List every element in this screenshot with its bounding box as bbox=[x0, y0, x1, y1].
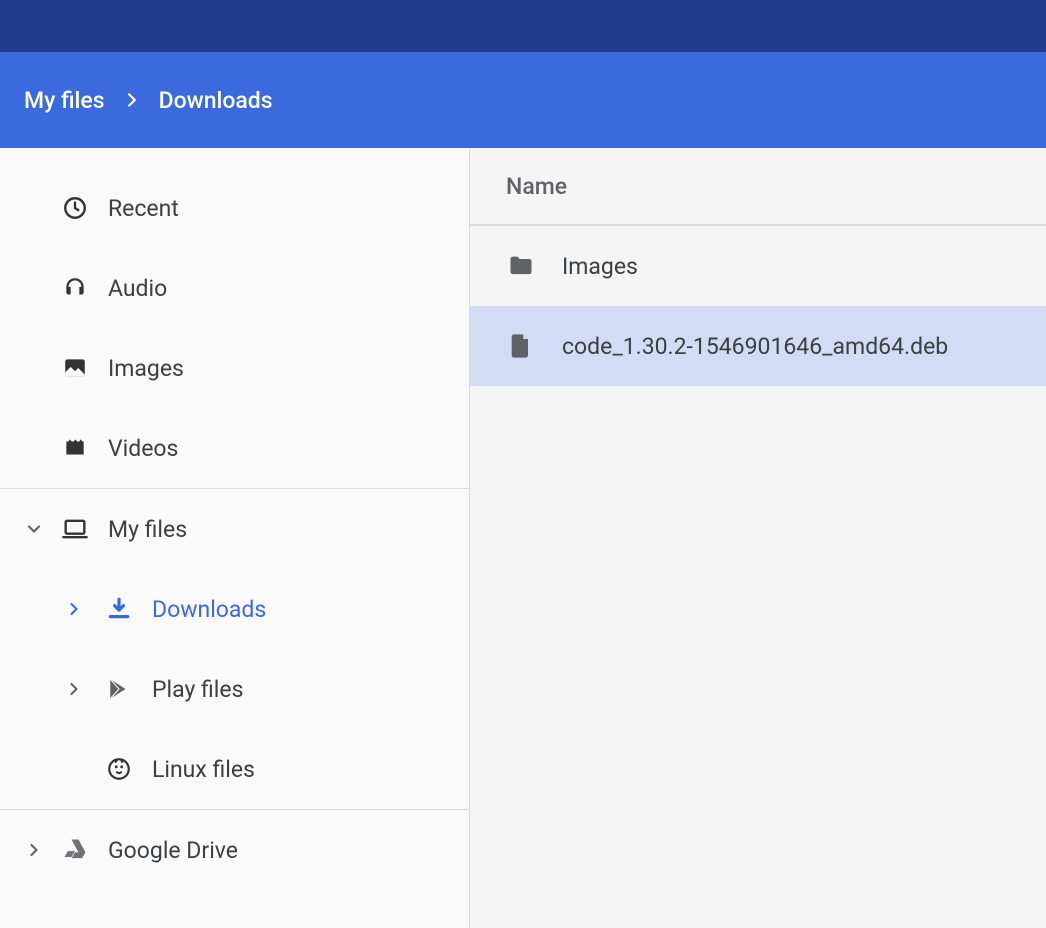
sidebar-item-label: Google Drive bbox=[108, 837, 238, 864]
file-name: code_1.30.2-1546901646_amd64.deb bbox=[562, 333, 948, 360]
sidebar-item-recent[interactable]: Recent bbox=[0, 168, 469, 248]
file-icon bbox=[506, 332, 536, 360]
laptop-icon bbox=[60, 515, 90, 543]
breadcrumb: My files Downloads bbox=[0, 52, 1046, 148]
sidebar-item-linux-files[interactable]: Linux files bbox=[0, 729, 469, 809]
sidebar-item-my-files[interactable]: My files bbox=[0, 489, 469, 569]
sidebar-item-label: My files bbox=[108, 516, 187, 543]
sidebar-item-videos[interactable]: Videos bbox=[0, 408, 469, 488]
sidebar-item-label: Images bbox=[108, 355, 184, 382]
chevron-right-icon bbox=[121, 89, 143, 111]
headphones-icon bbox=[60, 275, 90, 301]
download-icon bbox=[104, 596, 134, 622]
sidebar-item-label: Downloads bbox=[152, 596, 266, 623]
chevron-right-icon[interactable] bbox=[64, 679, 84, 699]
linux-icon bbox=[104, 756, 134, 782]
google-drive-icon bbox=[60, 836, 90, 864]
file-list-pane: Name Images code_1.30.2-1546901646_amd64… bbox=[470, 148, 1046, 928]
sidebar-item-google-drive[interactable]: Google Drive bbox=[0, 810, 469, 890]
sidebar: Recent Audio Images Videos bbox=[0, 148, 470, 928]
sidebar-item-downloads[interactable]: Downloads bbox=[0, 569, 469, 649]
sidebar-item-play-files[interactable]: Play files bbox=[0, 649, 469, 729]
file-row[interactable]: Images bbox=[470, 226, 1046, 306]
chevron-right-icon[interactable] bbox=[24, 840, 44, 860]
image-icon bbox=[60, 355, 90, 381]
sidebar-item-audio[interactable]: Audio bbox=[0, 248, 469, 328]
folder-icon bbox=[506, 252, 536, 280]
sidebar-item-images[interactable]: Images bbox=[0, 328, 469, 408]
column-header-label: Name bbox=[506, 173, 567, 200]
chevron-down-icon[interactable] bbox=[24, 519, 44, 539]
file-name: Images bbox=[562, 253, 638, 280]
breadcrumb-current[interactable]: Downloads bbox=[159, 87, 273, 114]
video-icon bbox=[60, 435, 90, 461]
sidebar-item-label: Recent bbox=[108, 195, 179, 222]
sidebar-item-label: Audio bbox=[108, 275, 167, 302]
chevron-right-icon[interactable] bbox=[64, 599, 84, 619]
window-titlebar bbox=[0, 0, 1046, 52]
breadcrumb-root[interactable]: My files bbox=[24, 87, 105, 114]
sidebar-item-label: Linux files bbox=[152, 756, 255, 783]
file-row[interactable]: code_1.30.2-1546901646_amd64.deb bbox=[470, 306, 1046, 386]
sidebar-item-label: Videos bbox=[108, 435, 178, 462]
column-header-name[interactable]: Name bbox=[470, 148, 1046, 226]
sidebar-item-label: Play files bbox=[152, 676, 243, 703]
play-store-icon bbox=[104, 676, 134, 702]
clock-icon bbox=[60, 195, 90, 221]
